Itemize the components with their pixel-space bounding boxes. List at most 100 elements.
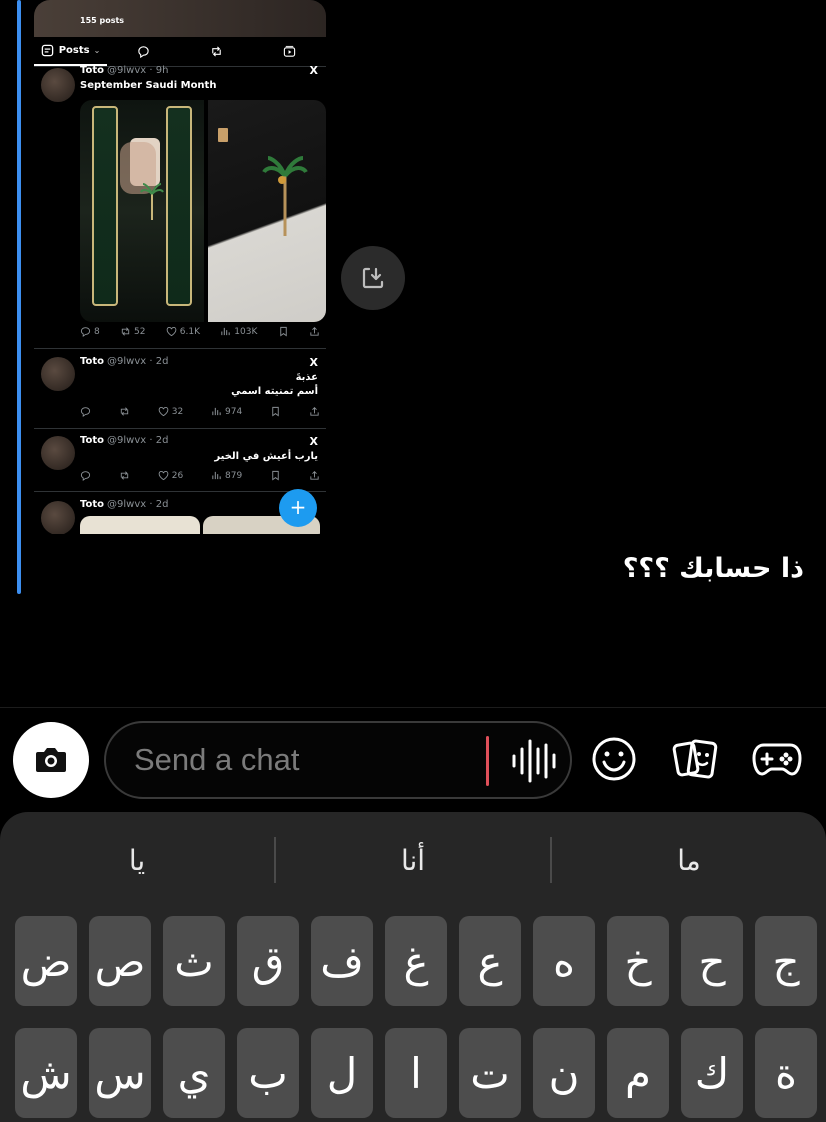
tab-replies[interactable] — [107, 37, 180, 66]
key[interactable]: م — [607, 1028, 669, 1118]
key[interactable]: ل — [311, 1028, 373, 1118]
comment-button[interactable] — [80, 470, 91, 481]
share-icon — [310, 327, 319, 336]
repost-icon — [120, 407, 129, 416]
avatar[interactable] — [41, 436, 75, 470]
repost-icon — [120, 471, 129, 480]
tweet-image-partial[interactable] — [80, 516, 200, 534]
key[interactable]: ة — [755, 1028, 817, 1118]
key[interactable]: ي — [163, 1028, 225, 1118]
author-handle: @9lwvx · 2d — [107, 435, 169, 446]
chat-input[interactable] — [134, 737, 474, 783]
like-button[interactable]: 26 — [158, 470, 183, 481]
key[interactable]: ث — [163, 916, 225, 1006]
key[interactable]: ض — [15, 916, 77, 1006]
tab-reposts[interactable] — [180, 37, 253, 66]
tweet-header: Toto @9lwvx · 9h — [80, 65, 168, 76]
like-count: 32 — [171, 406, 184, 417]
posts-icon — [41, 44, 53, 57]
key[interactable]: ع — [459, 916, 521, 1006]
suggestion-bar: يا أنا ما — [0, 832, 826, 888]
voice-note-icon[interactable] — [508, 737, 560, 785]
key[interactable]: ب — [237, 1028, 299, 1118]
avatar[interactable] — [41, 501, 75, 534]
share-button[interactable] — [309, 470, 320, 481]
key[interactable]: ك — [681, 1028, 743, 1118]
like-button[interactable]: 32 — [158, 406, 183, 417]
key[interactable]: ن — [533, 1028, 595, 1118]
bookmark-icon — [279, 326, 287, 337]
reply-icon — [138, 46, 149, 58]
camera-icon — [36, 748, 66, 772]
tweet-item[interactable]: Toto @9lwvx · 2d X عذبةَ أسم تمنيته اسمي … — [34, 350, 326, 429]
suggestion-item[interactable]: أنا — [276, 832, 550, 888]
views-icon — [221, 327, 230, 336]
like-button[interactable]: 6.1K — [166, 326, 200, 337]
repost-count: 52 — [134, 326, 146, 337]
repost-button[interactable] — [119, 470, 130, 481]
keyboard-row-2: ة ك م ن ت ا ل ب ي س ش — [13, 1028, 817, 1118]
repost-button[interactable] — [119, 406, 130, 417]
key[interactable]: خ — [607, 916, 669, 1006]
tweet-text-line-1: عذبةَ — [295, 372, 318, 383]
bookmark-button[interactable] — [278, 326, 289, 337]
tab-posts[interactable]: Posts ⌄ — [34, 37, 107, 66]
key[interactable]: ح — [681, 916, 743, 1006]
bookmark-icon — [272, 470, 279, 481]
key[interactable]: غ — [385, 916, 447, 1006]
stickers-button[interactable] — [670, 733, 722, 785]
suggestion-item[interactable]: ما — [552, 832, 826, 888]
key[interactable]: ف — [311, 916, 373, 1006]
tweet-item[interactable]: Toto @9lwvx · 2d X يارب أعيش في الخير 26 … — [34, 430, 326, 492]
palm-emblem-image-part — [140, 183, 164, 220]
key[interactable]: ش — [15, 1028, 77, 1118]
views-button[interactable]: 879 — [211, 470, 242, 481]
share-button[interactable] — [309, 326, 320, 337]
emoji-button[interactable] — [588, 733, 640, 785]
tweet-header: Toto @9lwvx · 2d — [80, 499, 168, 510]
key[interactable]: س — [89, 1028, 151, 1118]
author-name: Toto — [80, 65, 105, 76]
tweet-text: September Saudi Month — [80, 80, 217, 91]
key[interactable]: ق — [237, 916, 299, 1006]
avatar[interactable] — [41, 68, 75, 102]
bookmark-icon — [272, 406, 279, 417]
views-button[interactable]: 974 — [211, 406, 242, 417]
key[interactable]: ص — [89, 916, 151, 1006]
key[interactable]: ت — [459, 1028, 521, 1118]
tweet-image-bag[interactable] — [208, 100, 326, 322]
posts-count: 155 posts — [80, 16, 125, 25]
bookmark-button[interactable] — [270, 470, 281, 481]
repost-button[interactable]: 52 — [120, 326, 145, 337]
comment-button[interactable]: 8 — [80, 326, 100, 337]
bookmark-button[interactable] — [270, 406, 281, 417]
compose-fab-button[interactable]: + — [279, 489, 317, 527]
bag-tag-image-part — [218, 128, 228, 142]
chat-input-container[interactable] — [104, 721, 572, 799]
game-controller-icon — [752, 743, 802, 776]
views-icon — [212, 471, 221, 480]
games-button[interactable] — [751, 733, 803, 785]
author-handle: @9lwvx · 2d — [107, 356, 169, 367]
suggestion-item[interactable]: يا — [0, 832, 274, 888]
avatar[interactable] — [41, 357, 75, 391]
shared-screenshot[interactable]: 155 posts Posts ⌄ Toto @9lwvx · 9h X Sept… — [34, 0, 326, 534]
like-count: 26 — [171, 470, 184, 481]
share-button[interactable] — [309, 406, 320, 417]
key[interactable]: ج — [755, 916, 817, 1006]
tweet-image-abaya[interactable] — [80, 100, 204, 322]
tweet-text: يارب أعيش في الخير — [214, 451, 318, 462]
key[interactable]: ا — [385, 1028, 447, 1118]
share-icon — [310, 471, 319, 480]
media-icon — [283, 45, 296, 57]
camera-button[interactable] — [13, 722, 89, 798]
stole-left-image-part — [92, 106, 118, 306]
author-name: Toto — [80, 435, 105, 446]
comment-button[interactable] — [80, 406, 91, 417]
save-media-button[interactable] — [341, 246, 405, 310]
key[interactable]: ه — [533, 916, 595, 1006]
comment-icon — [80, 407, 91, 417]
views-icon — [212, 407, 221, 416]
views-button[interactable]: 103K — [220, 326, 257, 337]
tab-media[interactable] — [253, 37, 326, 66]
